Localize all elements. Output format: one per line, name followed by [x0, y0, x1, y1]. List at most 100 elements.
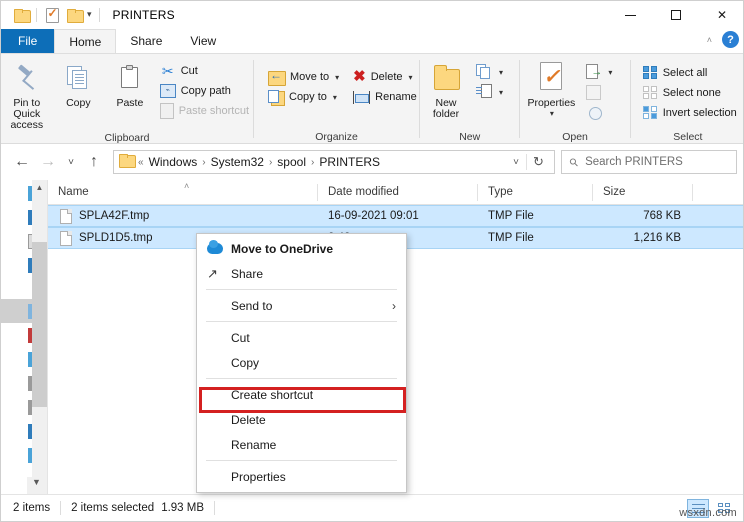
context-menu-separator: [206, 289, 397, 290]
chevron-down-icon-open[interactable]: ▾: [608, 68, 612, 77]
address-bar: ← → ˅ ↑ « Windows › System32 › spool › P…: [1, 144, 743, 180]
context-menu-item-rename[interactable]: Rename: [197, 432, 406, 457]
invert-selection-button[interactable]: Invert selection: [639, 103, 741, 123]
select-all-button[interactable]: Select all: [639, 63, 741, 83]
new-item-icon: [476, 64, 493, 80]
new-item-button[interactable]: ▾: [472, 62, 507, 82]
column-header-size[interactable]: Size: [593, 180, 693, 205]
properties-button[interactable]: ✓ Properties ▾: [520, 58, 582, 118]
scrollbar-thumb[interactable]: [32, 242, 47, 407]
history-button[interactable]: [582, 102, 616, 122]
refresh-icon[interactable]: ↻: [526, 154, 550, 170]
copy-path-button[interactable]: ⌁ Copy path: [156, 81, 253, 101]
chevron-down-icon-new-item[interactable]: ▾: [499, 68, 503, 77]
rename-button[interactable]: Rename: [349, 87, 421, 107]
folder-icon[interactable]: [10, 4, 32, 26]
search-placeholder: Search PRINTERS: [585, 156, 683, 168]
paste-button[interactable]: Paste: [104, 58, 156, 109]
minimize-button[interactable]: [607, 1, 653, 29]
easy-access-button[interactable]: ▾: [472, 82, 507, 102]
watermark: wsxdn.com: [679, 507, 737, 519]
breadcrumb-item-windows[interactable]: Windows: [145, 155, 202, 169]
close-button[interactable]: ✕: [699, 1, 743, 29]
ribbon-group-open: ✓ Properties ▾ → ▾ Open: [520, 54, 629, 144]
scroll-up-arrow[interactable]: ▲: [32, 180, 47, 196]
copy-to-label: Copy to: [289, 91, 327, 103]
context-menu-item-send-to[interactable]: Send to ›: [197, 293, 406, 318]
move-to-button[interactable]: Move to ▾: [264, 67, 343, 87]
recent-locations-button[interactable]: ˅: [61, 149, 81, 175]
ribbon-group-select: Select all Select none Invert selection …: [631, 54, 743, 144]
pin-label-line1: Pin to Quick: [13, 97, 41, 120]
chevron-down-icon-move-to[interactable]: ▾: [335, 73, 339, 82]
nav-scrollbar[interactable]: ▲ ▼: [32, 180, 47, 494]
context-menu-item-copy[interactable]: Copy: [197, 350, 406, 375]
breadcrumb[interactable]: « Windows › System32 › spool › PRINTERS …: [113, 150, 555, 174]
group-label-select: Select: [673, 131, 703, 143]
status-divider: [60, 501, 62, 515]
tab-view[interactable]: View: [176, 29, 230, 53]
paste-shortcut-label: Paste shortcut: [178, 105, 250, 117]
breadcrumb-item-spool[interactable]: spool: [273, 155, 310, 169]
context-menu-label: Cut: [231, 330, 250, 345]
forward-button[interactable]: →: [35, 149, 61, 175]
back-button[interactable]: ←: [9, 149, 35, 175]
context-menu-item-create-shortcut[interactable]: Create shortcut: [197, 382, 406, 407]
breadcrumb-item-printers[interactable]: PRINTERS: [315, 155, 384, 169]
context-menu-item-properties[interactable]: Properties: [197, 464, 406, 489]
context-menu-item-cut[interactable]: Cut: [197, 325, 406, 350]
easy-access-icon: [476, 84, 493, 100]
tab-home[interactable]: Home: [54, 29, 117, 53]
tab-file[interactable]: File: [1, 29, 55, 53]
chevron-down-icon-delete[interactable]: ▾: [409, 73, 413, 82]
properties-icon[interactable]: [41, 4, 63, 26]
paste-shortcut-button[interactable]: Paste shortcut: [156, 101, 253, 121]
invert-selection-label: Invert selection: [662, 107, 737, 119]
column-header-name[interactable]: Name ˄: [48, 180, 318, 205]
column-header-size-label: Size: [603, 186, 626, 198]
nav-scroll-down-button[interactable]: ▼: [27, 477, 46, 494]
table-row[interactable]: SPLA42F.tmp 16-09-2021 09:01 TMP File 76…: [48, 205, 743, 227]
collapse-ribbon-icon[interactable]: ˄: [707, 35, 712, 45]
pin-icon: [14, 65, 40, 91]
up-button[interactable]: ↑: [81, 149, 107, 175]
maximize-button[interactable]: [653, 1, 699, 29]
ribbon-group-new: New folder ▾ ▾ New: [420, 54, 519, 144]
new-folder-label-line2: folder: [432, 108, 460, 120]
copy-to-button[interactable]: Copy to ▾: [264, 87, 343, 107]
open-button[interactable]: → ▾: [582, 62, 616, 82]
history-icon: [586, 104, 603, 120]
chevron-down-icon-copy-to[interactable]: ▾: [333, 93, 337, 102]
folder-icon-2[interactable]: [63, 4, 85, 26]
pin-to-quick-access-button[interactable]: Pin to Quick access: [1, 58, 53, 131]
chevron-down-icon-properties[interactable]: ▾: [550, 109, 554, 118]
context-menu-item-delete[interactable]: Delete: [197, 407, 406, 432]
navigation-pane[interactable]: ▲ ▼: [1, 180, 47, 494]
select-all-icon: [642, 66, 658, 80]
delete-x-icon: ✖: [353, 68, 366, 85]
pin-label-line2: access: [10, 119, 44, 131]
column-header-type-label: Type: [488, 186, 513, 198]
tab-share[interactable]: Share: [116, 29, 176, 53]
chevron-down-icon[interactable]: ▾: [85, 9, 95, 22]
path-dropdown-icon[interactable]: ˅: [506, 157, 526, 168]
help-icon[interactable]: ?: [722, 31, 739, 48]
breadcrumb-item-system32[interactable]: System32: [207, 155, 268, 169]
file-name-cell: SPLA42F.tmp: [48, 208, 318, 224]
context-menu-item-share[interactable]: ↗ Share: [197, 261, 406, 286]
new-folder-button[interactable]: New folder: [420, 58, 472, 120]
copy-button[interactable]: Copy: [53, 58, 105, 109]
delete-button[interactable]: ✖ Delete ▾: [349, 67, 421, 87]
chevron-down-icon-easy-access[interactable]: ▾: [499, 88, 503, 97]
column-header-type[interactable]: Type: [478, 180, 593, 205]
edit-button[interactable]: [582, 82, 616, 102]
status-selection: 2 items selected: [71, 502, 155, 514]
new-folder-icon: [429, 63, 463, 93]
context-menu-item-move-to-onedrive[interactable]: Move to OneDrive: [197, 236, 406, 261]
file-name-label: SPLA42F.tmp: [79, 210, 150, 222]
copy-path-label: Copy path: [180, 85, 231, 97]
search-input[interactable]: ⚲ Search PRINTERS: [561, 150, 737, 174]
column-header-date-modified[interactable]: Date modified: [318, 180, 478, 205]
select-none-button[interactable]: Select none: [639, 83, 741, 103]
cut-button[interactable]: ✂ Cut: [156, 61, 253, 81]
